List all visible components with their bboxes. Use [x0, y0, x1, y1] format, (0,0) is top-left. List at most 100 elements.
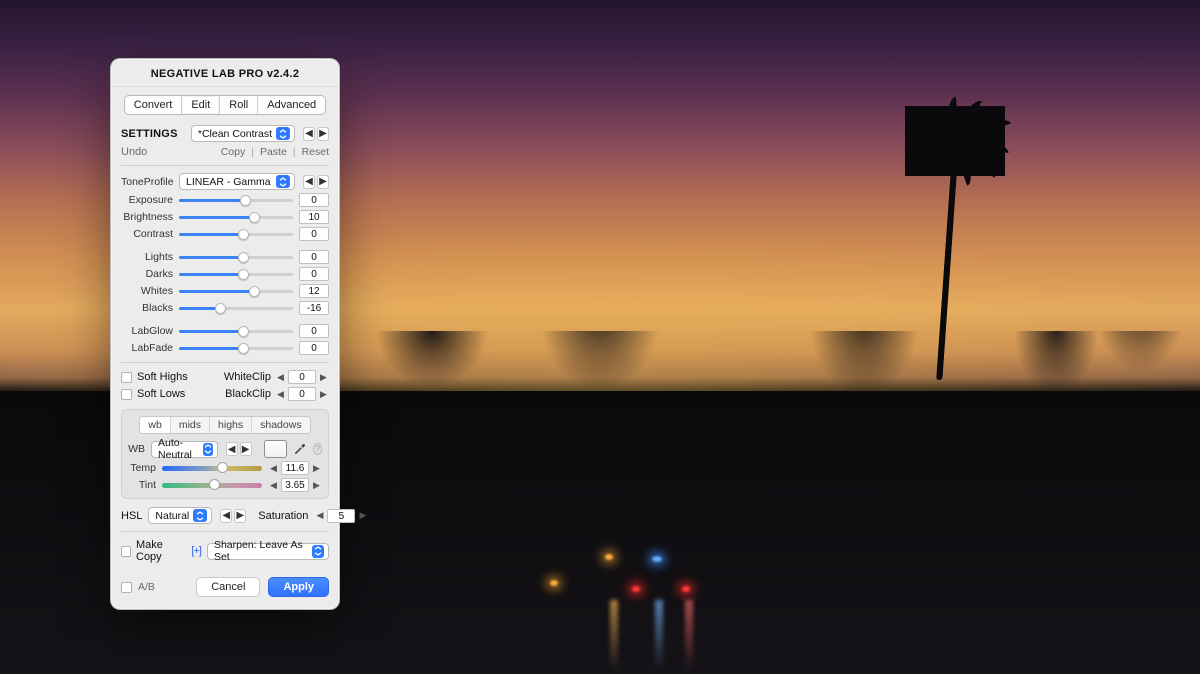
copy-link[interactable]: Copy [221, 146, 246, 158]
hsl-prev[interactable]: ◀ [220, 509, 232, 523]
caret-icon [276, 175, 290, 188]
wb-swatch[interactable] [264, 440, 287, 458]
undo-link[interactable]: Undo [121, 146, 147, 158]
reflection-blue [655, 600, 663, 670]
wb-prev[interactable]: ◀ [226, 442, 238, 456]
hsl-label: HSL [121, 510, 142, 522]
soft-highs-label: Soft Highs [137, 371, 188, 383]
tone-prev[interactable]: ◀ [303, 175, 315, 189]
settings-label: SETTINGS [121, 128, 178, 140]
blacks-value: -16 [299, 301, 329, 315]
make-copy-label: Make Copy [136, 539, 185, 563]
tint-value: 3.65 [281, 478, 309, 492]
wb-label: WB [128, 443, 145, 455]
saturation-label: Saturation [258, 510, 308, 522]
paste-link[interactable]: Paste [260, 146, 287, 158]
preset-prev[interactable]: ◀ [303, 127, 315, 141]
labglow-slider[interactable] [179, 324, 293, 338]
tab-advanced[interactable]: Advanced [258, 96, 325, 114]
tab-roll[interactable]: Roll [220, 96, 258, 114]
whiteclip-label: WhiteClip [224, 371, 271, 383]
subtab-shadows[interactable]: shadows [252, 417, 309, 433]
apply-button[interactable]: Apply [268, 577, 329, 597]
brightness-value: 10 [299, 210, 329, 224]
whiteclip-stepper[interactable]: ◀0▶ [275, 370, 329, 384]
subtab-wb[interactable]: wb [140, 417, 170, 433]
tab-convert[interactable]: Convert [125, 96, 183, 114]
reset-link[interactable]: Reset [302, 146, 329, 158]
exposure-value: 0 [299, 193, 329, 207]
preset-value: *Clean Contrast [198, 128, 272, 140]
preset-nav: ◀ ▶ [303, 127, 329, 141]
contrast-slider[interactable] [179, 227, 293, 241]
temp-value: 11.6 [281, 461, 309, 475]
vehicle-light-blue [652, 556, 662, 562]
brightness-slider[interactable] [179, 210, 293, 224]
toneprofile-select[interactable]: LINEAR - Gamma [179, 173, 295, 190]
caret-icon [203, 443, 213, 456]
make-copy-check[interactable]: Make Copy [121, 539, 185, 563]
hsl-next[interactable]: ▶ [234, 509, 246, 523]
hsl-mode-value: Natural [155, 510, 189, 522]
hsl-mode-select[interactable]: Natural [148, 507, 212, 524]
nlp-dialog: NEGATIVE LAB PRO v2.4.2 Convert Edit Rol… [110, 58, 340, 610]
dialog-title: NEGATIVE LAB PRO v2.4.2 [151, 68, 300, 80]
sharpen-value: Sharpen: Leave As Set [214, 539, 308, 563]
soft-lows-check[interactable]: Soft Lows [121, 388, 185, 400]
eyedropper-icon[interactable] [293, 441, 307, 457]
settings-section: SETTINGS *Clean Contrast ◀ ▶ Undo Copy| … [111, 121, 339, 569]
vehicle-light-red [682, 586, 690, 592]
sharpen-select[interactable]: Sharpen: Leave As Set [207, 543, 329, 560]
vehicle-light-red-2 [632, 586, 640, 592]
subtab-highs[interactable]: highs [210, 417, 252, 433]
blacks-slider[interactable] [179, 301, 293, 315]
reflection-amber [610, 600, 618, 670]
toneprofile-label: ToneProfile [121, 176, 173, 188]
caret-icon [193, 509, 207, 522]
labfade-slider[interactable] [179, 341, 293, 355]
wb-section: wb mids highs shadows WB Auto-Neutral ◀▶… [121, 409, 329, 499]
lights-value: 0 [299, 250, 329, 264]
labglow-label: LabGlow [121, 325, 173, 337]
wb-mode-select[interactable]: Auto-Neutral [151, 441, 218, 458]
whites-value: 12 [299, 284, 329, 298]
tint-label: Tint [128, 479, 156, 491]
whites-label: Whites [121, 285, 173, 297]
help-icon[interactable]: ? [313, 443, 322, 455]
caret-icon [312, 545, 324, 558]
saturation-stepper[interactable]: ◀5▶ [314, 509, 368, 523]
temp-slider[interactable] [162, 461, 262, 475]
contrast-value: 0 [299, 227, 329, 241]
wb-subtabs: wb mids highs shadows [139, 416, 310, 434]
sharpen-bracket[interactable]: [+] [191, 545, 201, 557]
preset-select[interactable]: *Clean Contrast [191, 125, 295, 142]
contrast-label: Contrast [121, 228, 173, 240]
cancel-button[interactable]: Cancel [196, 577, 260, 597]
darks-value: 0 [299, 267, 329, 281]
wb-mode-value: Auto-Neutral [158, 437, 199, 461]
labfade-label: LabFade [121, 342, 173, 354]
brightness-label: Brightness [121, 211, 173, 223]
labglow-value: 0 [299, 324, 329, 338]
preset-next[interactable]: ▶ [317, 127, 329, 141]
tint-slider[interactable] [162, 478, 262, 492]
wb-next[interactable]: ▶ [240, 442, 252, 456]
tone-next[interactable]: ▶ [317, 175, 329, 189]
exposure-slider[interactable] [179, 193, 293, 207]
subtab-mids[interactable]: mids [171, 417, 210, 433]
ab-toggle[interactable]: A/B [121, 581, 155, 593]
soft-lows-label: Soft Lows [137, 388, 185, 400]
darks-label: Darks [121, 268, 173, 280]
main-tabs: Convert Edit Roll Advanced [124, 95, 326, 115]
vehicle-light-amber [550, 580, 558, 586]
blacks-label: Blacks [121, 302, 173, 314]
blackclip-stepper[interactable]: ◀0▶ [275, 387, 329, 401]
lights-label: Lights [121, 251, 173, 263]
soft-highs-check[interactable]: Soft Highs [121, 371, 188, 383]
tab-edit[interactable]: Edit [182, 96, 220, 114]
whites-slider[interactable] [179, 284, 293, 298]
lights-slider[interactable] [179, 250, 293, 264]
caret-icon [276, 127, 290, 140]
darks-slider[interactable] [179, 267, 293, 281]
titlebar: NEGATIVE LAB PRO v2.4.2 [111, 59, 339, 87]
